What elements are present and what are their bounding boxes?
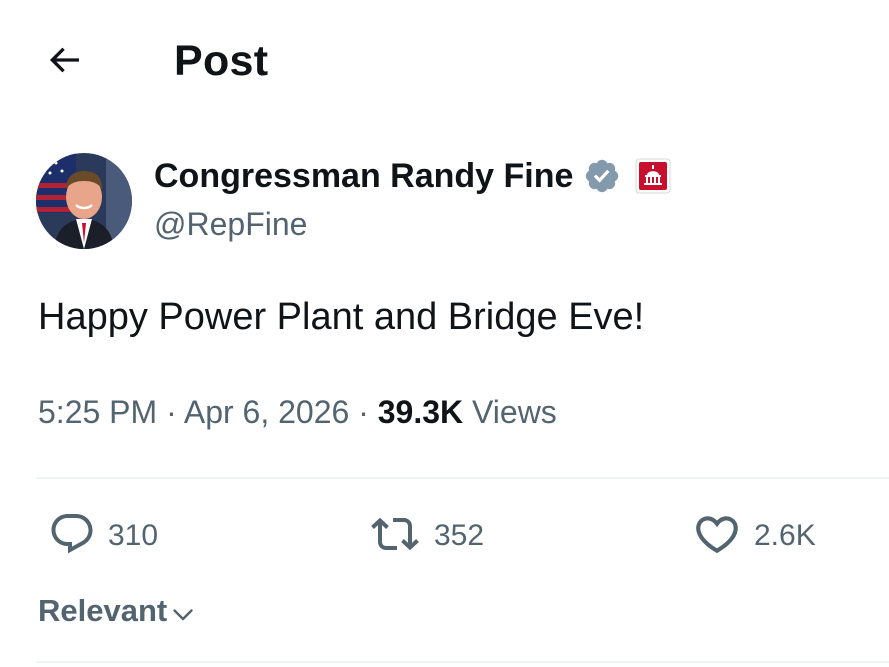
views-count: 39.3K xyxy=(377,394,464,430)
page-title: Post xyxy=(174,37,269,85)
views-link[interactable]: 39.3K Views xyxy=(378,394,557,430)
author-handle[interactable]: @RepFine xyxy=(154,203,307,245)
author-name-row: Congressman Randy Fine xyxy=(154,154,671,198)
heart-icon xyxy=(692,509,742,564)
capitol-affiliation-badge-icon[interactable] xyxy=(635,158,671,194)
repost-icon xyxy=(368,510,422,563)
like-count: 2.6K xyxy=(754,519,816,552)
reply-bubble-icon xyxy=(48,510,96,563)
reply-button[interactable]: 310 xyxy=(48,508,158,564)
back-button[interactable] xyxy=(36,34,92,90)
tweet-time[interactable]: 5:25 PM xyxy=(38,394,157,430)
post-header: Post xyxy=(0,0,889,120)
like-button[interactable]: 2.6K xyxy=(692,508,816,564)
meta-separator: · xyxy=(166,394,177,430)
replies-sort-label: Relevant xyxy=(38,593,168,628)
author-display-name[interactable]: Congressman Randy Fine xyxy=(154,154,573,198)
author-avatar[interactable] xyxy=(36,153,132,249)
divider xyxy=(36,477,889,479)
replies-sort-dropdown[interactable]: Relevant xyxy=(38,590,195,632)
arrow-left-icon xyxy=(44,40,84,85)
verified-badge-icon[interactable] xyxy=(583,157,621,195)
reply-count: 310 xyxy=(108,519,159,552)
repost-button[interactable]: 352 xyxy=(368,508,484,564)
chevron-down-icon xyxy=(171,603,195,627)
tweet-text: Happy Power Plant and Bridge Eve! xyxy=(38,296,645,338)
divider xyxy=(36,661,889,663)
repost-count: 352 xyxy=(434,519,485,552)
meta-separator: · xyxy=(358,394,369,430)
tweet-meta: 5:25 PM · Apr 6, 2026 · 39.3K Views xyxy=(38,390,557,434)
views-label: Views xyxy=(472,394,557,430)
tweet-date[interactable]: Apr 6, 2026 xyxy=(184,394,349,430)
